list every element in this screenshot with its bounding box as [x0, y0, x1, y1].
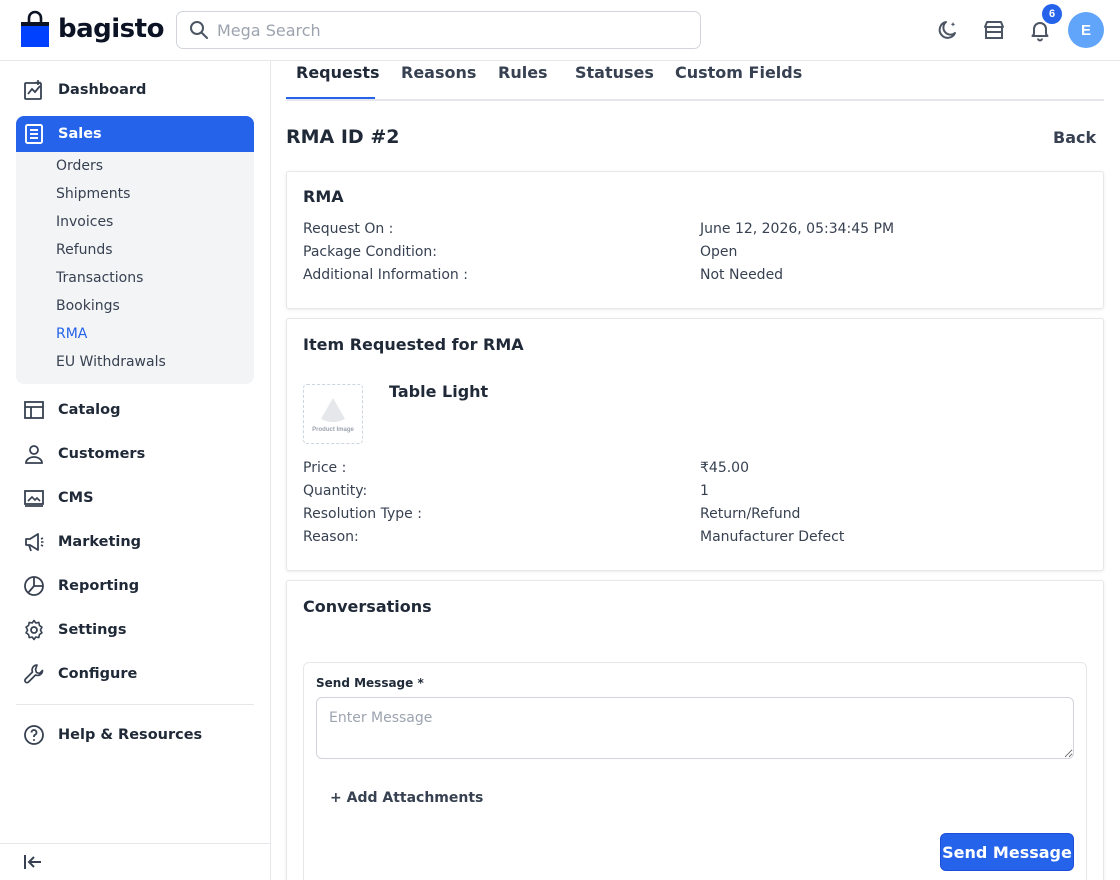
sidebar-item-label: Sales: [58, 126, 102, 142]
sidebar-item-customers[interactable]: Customers: [16, 436, 254, 472]
sidebar-item-sales[interactable]: Sales: [16, 116, 254, 152]
card-title: RMA: [303, 187, 344, 206]
cms-icon: [22, 486, 46, 510]
submenu-item-invoices[interactable]: Invoices: [56, 214, 113, 230]
detail-label: Additional Information :: [303, 267, 468, 283]
brand-name: bagisto: [58, 14, 164, 44]
send-message-label: Send Message *: [316, 676, 424, 690]
sidebar-item-label: Customers: [58, 446, 146, 462]
sidebar: Dashboard Sales Orders Shipments Invoice…: [0, 61, 271, 880]
back-button[interactable]: Back: [1053, 128, 1096, 147]
detail-value: 1: [700, 483, 709, 499]
brand-logo[interactable]: bagisto: [20, 10, 164, 48]
notification-badge: 6: [1042, 4, 1062, 24]
sales-icon: [22, 122, 46, 146]
sidebar-item-label: Marketing: [58, 534, 142, 550]
mega-search[interactable]: [176, 11, 701, 49]
send-message-form: Send Message * + Add Attachments Send Me…: [303, 662, 1087, 880]
avatar[interactable]: E: [1068, 12, 1104, 48]
detail-value: ₹45.00: [700, 460, 749, 476]
send-message-button[interactable]: Send Message: [940, 833, 1074, 871]
rma-details-card: RMA Request On : June 12, 2026, 05:34:45…: [286, 171, 1104, 309]
detail-label: Resolution Type :: [303, 506, 422, 522]
moon-icon: [938, 21, 956, 39]
sidebar-footer: [0, 843, 270, 880]
message-textarea[interactable]: [316, 697, 1074, 759]
sidebar-item-catalog[interactable]: Catalog: [16, 392, 254, 428]
active-tab-indicator: [286, 97, 375, 99]
submenu-item-shipments[interactable]: Shipments: [56, 186, 130, 202]
catalog-icon: [22, 398, 46, 422]
sales-submenu: Orders Shipments Invoices Refunds Transa…: [16, 152, 254, 384]
sidebar-divider: [16, 704, 254, 705]
tab-reasons[interactable]: Reasons: [401, 63, 476, 82]
detail-value: Manufacturer Defect: [700, 529, 845, 545]
rma-tabs: Requests Reasons Rules Statuses Custom F…: [286, 61, 1104, 101]
detail-label: Package Condition:: [303, 244, 438, 260]
sidebar-item-settings[interactable]: Settings: [16, 612, 254, 648]
image-placeholder-text: Product Image: [312, 427, 354, 433]
detail-value: Not Needed: [700, 267, 784, 283]
tab-rules[interactable]: Rules: [498, 63, 548, 82]
submenu-item-refunds[interactable]: Refunds: [56, 242, 113, 258]
customers-icon: [22, 442, 46, 466]
sidebar-item-label: Reporting: [58, 578, 140, 594]
top-header: bagisto 6 E: [0, 0, 1120, 61]
tab-requests[interactable]: Requests: [296, 63, 380, 82]
detail-label: Quantity:: [303, 483, 368, 499]
shopping-bag-icon: [21, 10, 49, 47]
product-image-icon: [321, 398, 345, 422]
dark-mode-toggle[interactable]: [935, 17, 961, 43]
submenu-item-transactions[interactable]: Transactions: [56, 270, 143, 286]
sidebar-item-label: Help & Resources: [58, 727, 203, 743]
search-icon: [190, 21, 208, 39]
sidebar-item-marketing[interactable]: Marketing: [16, 524, 254, 560]
submenu-item-bookings[interactable]: Bookings: [56, 298, 120, 314]
add-attachments-button[interactable]: + Add Attachments: [330, 790, 483, 806]
tab-statuses[interactable]: Statuses: [575, 63, 654, 82]
sidebar-item-configure[interactable]: Configure: [16, 656, 254, 692]
card-title: Item Requested for RMA: [303, 335, 524, 354]
sidebar-item-label: Dashboard: [58, 82, 147, 98]
dashboard-icon: [22, 78, 46, 102]
page-title: RMA ID #2: [286, 126, 400, 148]
storefront-link[interactable]: [981, 17, 1007, 43]
product-name: Table Light: [389, 382, 489, 401]
sidebar-item-label: Catalog: [58, 402, 121, 418]
detail-value: June 12, 2026, 05:34:45 PM: [700, 221, 895, 237]
submenu-item-orders[interactable]: Orders: [56, 158, 103, 174]
settings-icon: [22, 618, 46, 642]
detail-label: Request On :: [303, 221, 394, 237]
sidebar-item-label: CMS: [58, 490, 94, 506]
configure-icon: [22, 662, 46, 686]
sidebar-item-help[interactable]: Help & Resources: [16, 717, 254, 753]
product-image-placeholder: Product Image: [303, 384, 363, 444]
submenu-item-eu-withdrawals[interactable]: EU Withdrawals: [56, 354, 166, 370]
store-icon: [984, 21, 1004, 39]
detail-value: Open: [700, 244, 738, 260]
card-title: Conversations: [303, 597, 432, 616]
submenu-item-rma[interactable]: RMA: [56, 326, 87, 342]
sidebar-item-label: Configure: [58, 666, 138, 682]
conversations-card: Conversations Send Message * + Add Attac…: [286, 580, 1104, 880]
sidebar-item-dashboard[interactable]: Dashboard: [16, 72, 254, 108]
help-icon: [22, 723, 46, 747]
tab-custom-fields[interactable]: Custom Fields: [675, 63, 802, 82]
reporting-icon: [22, 574, 46, 598]
detail-label: Reason:: [303, 529, 359, 545]
detail-label: Price :: [303, 460, 347, 476]
marketing-icon: [22, 530, 46, 554]
sidebar-item-label: Settings: [58, 622, 127, 638]
sidebar-item-cms[interactable]: CMS: [16, 480, 254, 516]
item-requested-card: Item Requested for RMA Product Image Tab…: [286, 318, 1104, 571]
collapse-sidebar-icon[interactable]: [22, 852, 44, 877]
detail-value: Return/Refund: [700, 506, 801, 522]
sidebar-item-reporting[interactable]: Reporting: [16, 568, 254, 604]
search-input[interactable]: [217, 20, 677, 40]
